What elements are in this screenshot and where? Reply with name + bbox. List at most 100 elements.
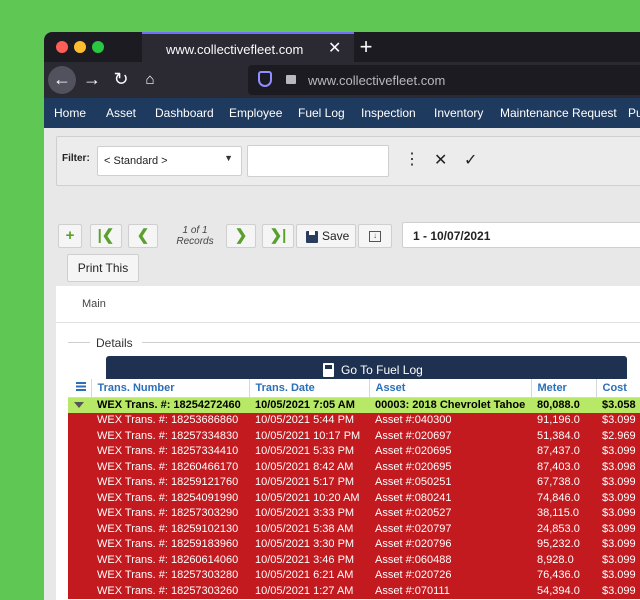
lock-icon[interactable] [286,75,296,84]
cell-meter: 95,232.0 [531,536,596,552]
home-icon[interactable]: ⌂ [136,66,164,94]
cell-trans-date: 10/05/2021 7:05 AM [249,397,369,413]
menu-item-purchase[interactable]: Pu [628,106,640,120]
close-window-icon[interactable] [56,41,68,53]
table-row[interactable]: WEX Trans. #: 18259183960 10/05/2021 3:30… [68,536,640,552]
table-row[interactable]: WEX Trans. #: 18257303280 10/05/2021 6:21… [68,567,640,583]
column-header-asset[interactable]: Asset [369,379,532,398]
last-record-button[interactable]: ❯| [262,224,294,248]
cell-cost: $3.098 [596,459,640,475]
table-row[interactable]: WEX Trans. #: 18254272460 10/05/2021 7:05… [68,397,640,413]
table-row[interactable]: WEX Trans. #: 18257334410 10/05/2021 5:33… [68,443,640,459]
expand-row-icon[interactable] [68,397,91,413]
cell-trans-date: 10/05/2021 1:27 AM [249,583,369,599]
row-spacer [68,412,91,428]
cell-trans-number: WEX Trans. #: 18260466170 [91,459,249,475]
record-count-label: Records [176,236,214,247]
tab-bar: www.collectivefleet.com ✕ + [44,32,640,62]
record-selector[interactable]: 1 - 10/07/2021 [402,222,640,248]
row-spacer [68,567,91,583]
cell-trans-number: WEX Trans. #: 18259121760 [91,474,249,490]
cell-asset: Asset #:020796 [369,536,531,552]
app-menu-bar: Home Asset Dashboard Employee Fuel Log I… [44,98,640,128]
menu-item-home[interactable]: Home [54,106,86,120]
save-button[interactable]: Save [296,224,356,248]
row-spacer [68,474,91,490]
export-button[interactable]: ↓ [358,224,392,248]
add-record-button[interactable]: + [58,224,82,248]
table-row[interactable]: WEX Trans. #: 18257334830 10/05/2021 10:1… [68,428,640,444]
table-row[interactable]: WEX Trans. #: 18259121760 10/05/2021 5:17… [68,474,640,490]
column-header-meter[interactable]: Meter [531,379,597,398]
cell-cost: $3.099 [596,490,640,506]
cell-trans-number: WEX Trans. #: 18257334830 [91,428,249,444]
apply-filter-icon[interactable]: ✓ [464,150,477,170]
cell-cost: $2.969 [596,428,640,444]
cell-trans-number: WEX Trans. #: 18257303260 [91,583,249,599]
column-header-trans-date[interactable]: Trans. Date [249,379,370,398]
table-row[interactable]: WEX Trans. #: 18257303290 10/05/2021 3:33… [68,505,640,521]
previous-record-button[interactable]: ❮ [128,224,158,248]
cell-trans-number: WEX Trans. #: 18254091990 [91,490,249,506]
cell-trans-date: 10/05/2021 5:17 PM [249,474,369,490]
cell-trans-number: WEX Trans. #: 18257334410 [91,443,249,459]
fuel-transactions-table: Trans. Number Trans. Date Asset Meter Co… [68,379,640,599]
menu-item-fuel-log[interactable]: Fuel Log [298,106,345,120]
table-row[interactable]: WEX Trans. #: 18260614060 10/05/2021 3:46… [68,552,640,568]
next-record-button[interactable]: ❯ [226,224,256,248]
address-bar[interactable]: www.collectivefleet.com [248,65,640,95]
cell-meter: 80,088.0 [531,397,596,413]
forward-arrow-icon[interactable]: → [78,66,106,94]
cell-cost: $3.099 [596,521,640,537]
column-chooser-icon[interactable] [68,379,92,398]
menu-item-employee[interactable]: Employee [229,106,282,120]
cell-trans-number: WEX Trans. #: 18259102130 [91,521,249,537]
column-header-trans-number[interactable]: Trans. Number [91,379,250,398]
row-spacer [68,505,91,521]
maximize-window-icon[interactable] [92,41,104,53]
shield-icon[interactable] [258,71,272,87]
cell-trans-date: 10/05/2021 5:38 AM [249,521,369,537]
table-row[interactable]: WEX Trans. #: 18259102130 10/05/2021 5:38… [68,521,640,537]
browser-tab[interactable]: www.collectivefleet.com ✕ [142,32,354,62]
cell-asset: 00003: 2018 Chevrolet Tahoe [369,397,531,413]
menu-item-asset[interactable]: Asset [106,106,136,120]
menu-item-maintenance-request[interactable]: Maintenance Request [500,106,617,120]
close-tab-icon[interactable]: ✕ [328,38,341,58]
new-tab-icon[interactable]: + [354,34,378,60]
back-arrow-icon[interactable]: ← [48,66,76,94]
cell-asset: Asset #:020697 [369,428,531,444]
cell-meter: 74,846.0 [531,490,596,506]
table-row[interactable]: WEX Trans. #: 18260466170 10/05/2021 8:42… [68,459,640,475]
more-options-icon[interactable]: ⋮ [404,149,420,169]
cell-meter: 51,384.0 [531,428,596,444]
table-row[interactable]: WEX Trans. #: 18257303260 10/05/2021 1:27… [68,583,640,599]
menu-item-inventory[interactable]: Inventory [434,106,483,120]
cell-meter: 76,436.0 [531,567,596,583]
cell-cost: $3.099 [596,536,640,552]
filter-input[interactable] [247,145,389,177]
tab-main[interactable]: Main [82,298,106,310]
chevron-down-icon: ▼ [224,153,233,163]
cell-trans-date: 10/05/2021 8:42 AM [249,459,369,475]
column-header-cost[interactable]: Cost [596,379,640,398]
clear-filter-icon[interactable]: ✕ [434,150,447,170]
menu-item-inspection[interactable]: Inspection [361,106,416,120]
table-row[interactable]: WEX Trans. #: 18254091990 10/05/2021 10:2… [68,490,640,506]
cell-trans-number: WEX Trans. #: 18257303290 [91,505,249,521]
table-row[interactable]: WEX Trans. #: 18253686860 10/05/2021 5:44… [68,412,640,428]
row-spacer [68,459,91,475]
chevron-right-icon: ❯ [234,227,248,244]
record-count: 1 of 1 Records [170,225,220,247]
menu-item-dashboard[interactable]: Dashboard [155,106,214,120]
minimize-window-icon[interactable] [74,41,86,53]
first-record-button[interactable]: |❮ [90,224,122,248]
reload-icon[interactable]: ↻ [107,66,135,94]
cell-trans-number: WEX Trans. #: 18254272460 [91,397,249,413]
cell-meter: 38,115.0 [531,505,596,521]
row-spacer [68,552,91,568]
save-label: Save [322,229,350,243]
record-count-value: 1 of 1 [182,225,208,236]
print-button[interactable]: Print This [67,254,139,282]
filter-select[interactable]: < Standard > ▼ [97,146,242,176]
